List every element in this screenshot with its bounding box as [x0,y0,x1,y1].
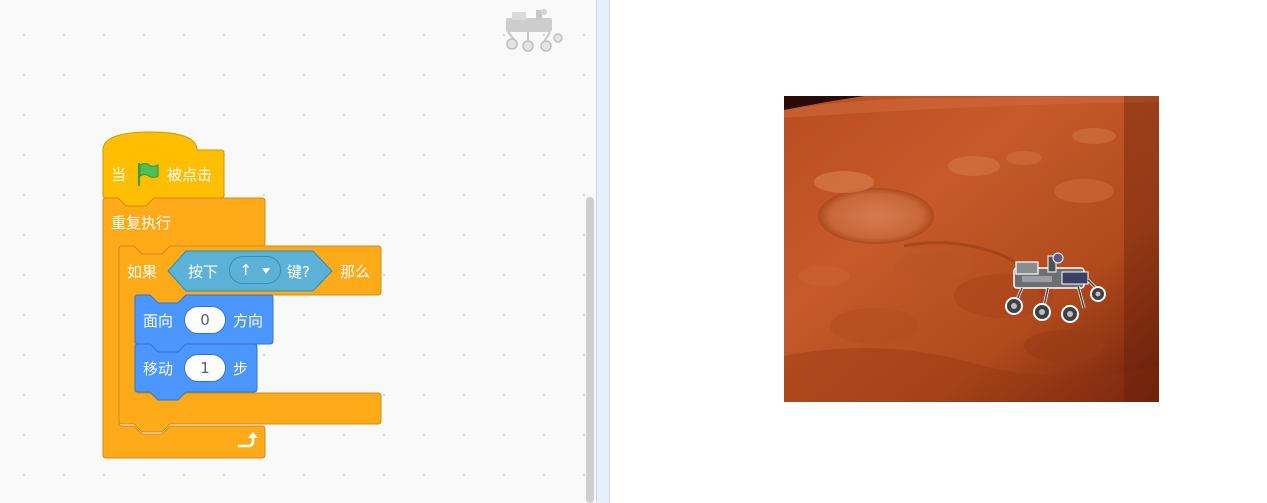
hat-when-label: 当 [111,166,127,184]
key-value: ↑ [239,261,252,279]
caret-down-icon [261,267,270,274]
key-dropdown[interactable]: ↑ [229,256,281,284]
if-label: 如果 [127,263,158,281]
steps-input[interactable]: 1 [184,354,226,382]
workspace-scrollbar[interactable] [586,197,594,503]
point-direction-label: 面向 [143,312,174,330]
key-suffix-label: 键? [287,263,310,281]
then-label: 那么 [340,263,371,281]
mars-backdrop [784,96,1159,402]
pane-divider[interactable] [596,0,610,503]
point-direction-suffix: 方向 [233,312,264,330]
hat-clicked-label: 被点击 [167,166,213,184]
script-stack [102,131,382,459]
key-press-label: 按下 [188,263,219,281]
move-label: 移动 [143,360,174,378]
rover-icon[interactable] [1002,252,1108,326]
forever-label: 重复执行 [111,214,172,232]
move-suffix: 步 [233,360,249,378]
direction-input[interactable]: 0 [184,306,226,334]
code-workspace[interactable]: 当 被点击 重复执行 如果 那么 按下 ↑ 键? 面向 0 方向 移动 1 步 [0,0,596,503]
stage[interactable] [784,96,1159,402]
